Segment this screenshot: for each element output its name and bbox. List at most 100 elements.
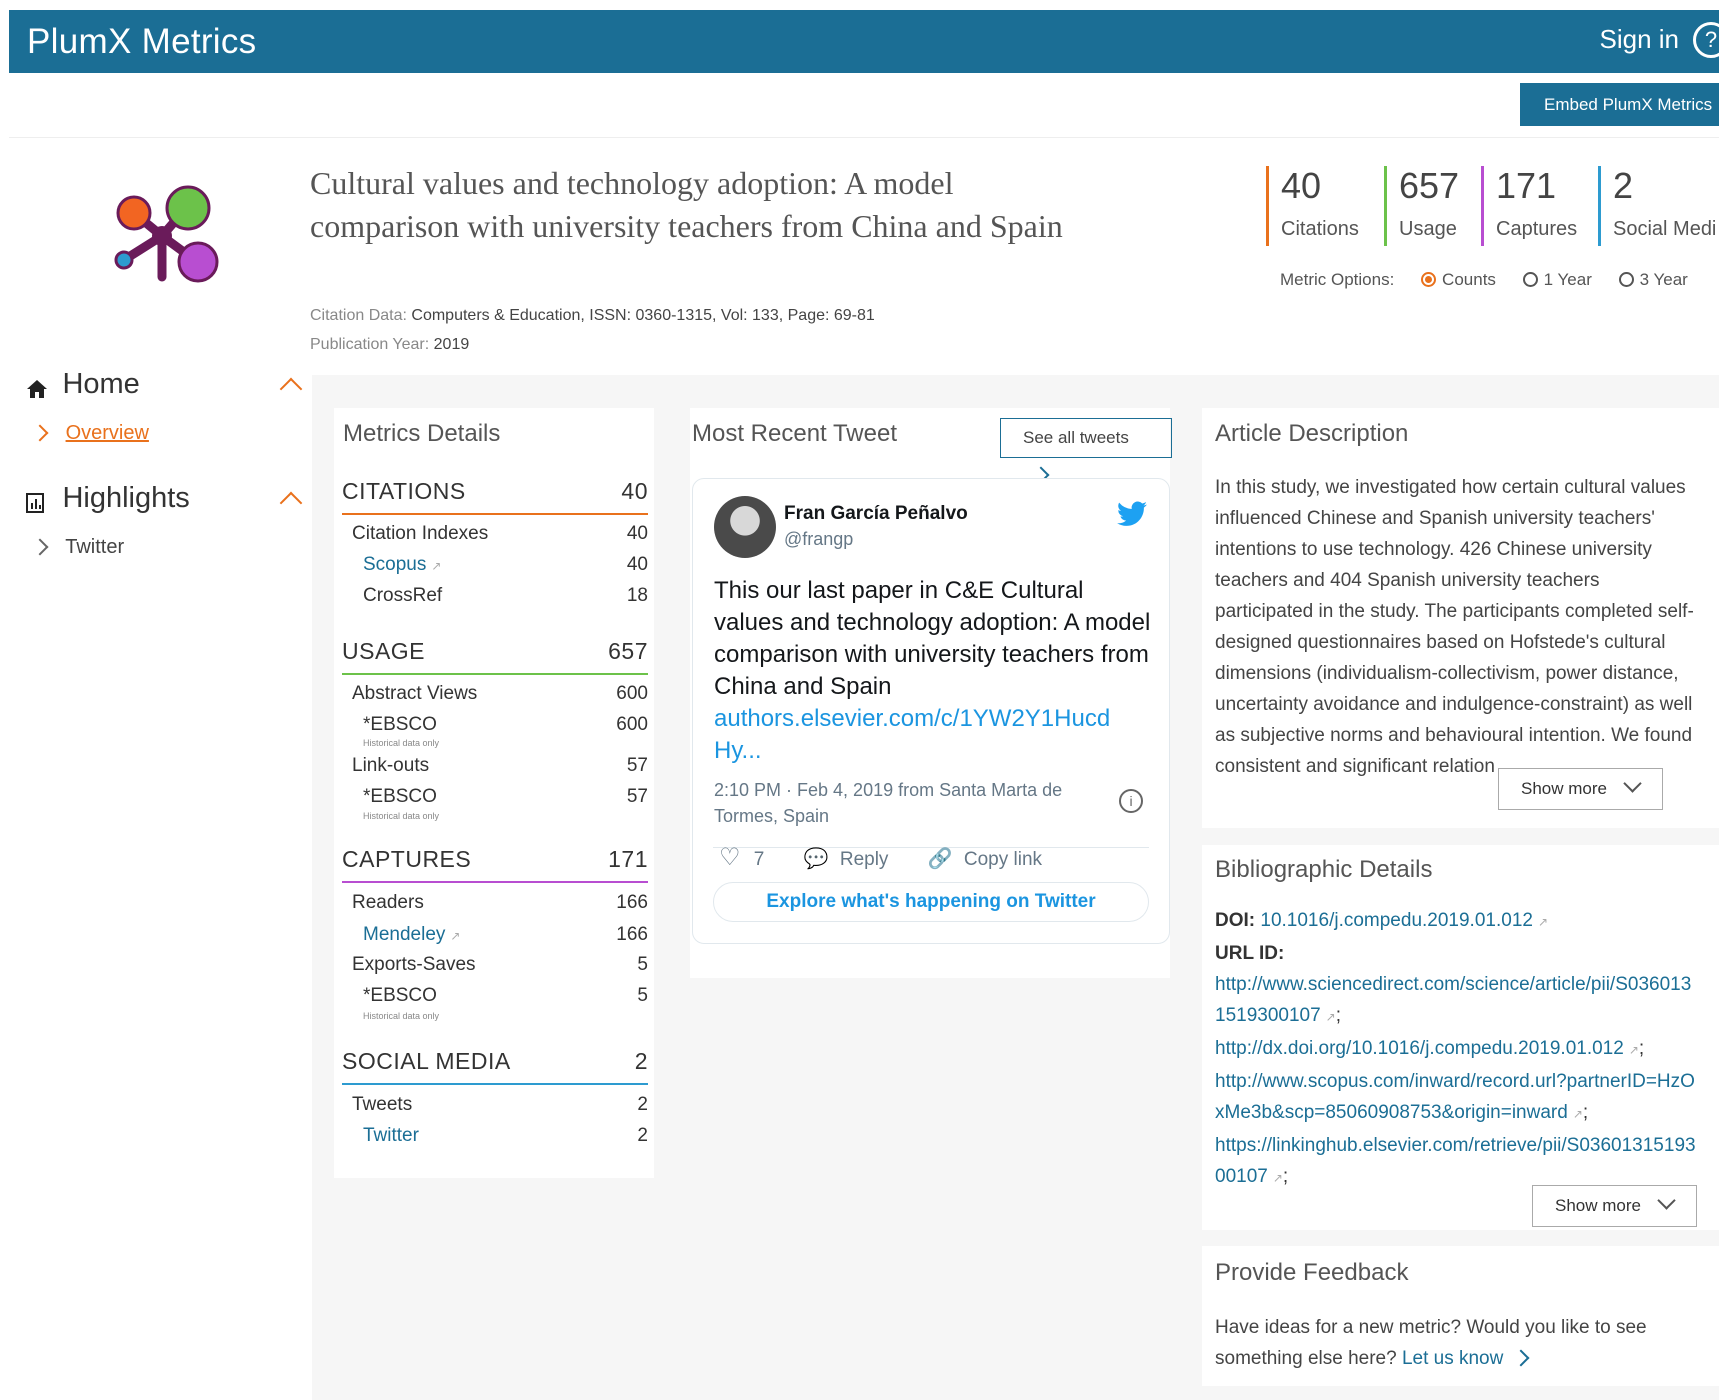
nav-overview-label: Overview — [65, 422, 149, 444]
usage-label: Usage — [1399, 218, 1457, 240]
citations-label: Citations — [1281, 218, 1359, 240]
reply-icon[interactable]: 💬 — [804, 848, 829, 870]
radio-1-year[interactable] — [1522, 271, 1538, 287]
doi-link[interactable]: 10.1016/j.compedu.2019.01.012 — [1260, 910, 1533, 931]
metric-row-source[interactable]: Mendeley ↗ 166 — [352, 924, 648, 946]
collapse-home-icon[interactable] — [279, 377, 303, 401]
avatar[interactable] — [714, 496, 776, 558]
like-count[interactable]: 7 — [754, 849, 765, 870]
collapse-highlights-icon[interactable] — [279, 491, 303, 515]
option-1-year[interactable]: 1 Year — [1544, 270, 1592, 289]
category-usage[interactable]: USAGE 657 — [342, 638, 648, 675]
nav-twitter-label: Twitter — [65, 536, 125, 558]
article-description-title: Article Description — [1215, 420, 1409, 447]
info-icon[interactable]: i — [1119, 789, 1143, 813]
metric-options: Metric Options: Counts 1 Year 3 Year — [1280, 270, 1688, 290]
tweet-text: This our last paper in C&E Cultural valu… — [714, 577, 1151, 764]
category-label: CITATIONS — [342, 478, 466, 504]
social-label: Social Medi — [1613, 218, 1717, 240]
tweet-embed[interactable]: Fran García Peñalvo @frangp This our las… — [692, 478, 1170, 944]
historical-note: Historical data only — [363, 811, 440, 821]
divider — [9, 137, 1719, 138]
category-label: CAPTURES — [342, 846, 472, 872]
sign-in-link[interactable]: Sign in — [1600, 24, 1680, 55]
tweet-link[interactable]: authors.elsevier.com/c/1YW2Y1Hucd Hy... — [714, 705, 1110, 764]
provide-feedback-title: Provide Feedback — [1215, 1259, 1409, 1286]
metric-row: Abstract Views 600 — [352, 683, 648, 704]
citation-data: Citation Data: Computers & Education, IS… — [310, 307, 875, 325]
twitter-bird-icon[interactable] — [1117, 501, 1147, 527]
category-citations[interactable]: CITATIONS 40 — [342, 478, 648, 515]
metrics-details-card: Metrics Details CITATIONS 40 Citation In… — [334, 408, 654, 1178]
captures-label: Captures — [1496, 218, 1578, 240]
link-icon[interactable]: 🔗 — [928, 848, 953, 870]
embed-plumx-button[interactable]: Embed PlumX Metrics — [1520, 83, 1719, 126]
category-social-media[interactable]: SOCIAL MEDIA 2 — [342, 1048, 648, 1085]
metric-options-label: Metric Options: — [1280, 270, 1395, 289]
category-label: SOCIAL MEDIA — [342, 1048, 511, 1074]
metric-row: Exports-Saves 5 — [352, 954, 648, 975]
url-link[interactable]: http://dx.doi.org/10.1016/j.compedu.2019… — [1215, 1038, 1624, 1059]
citations-count: 40 — [1281, 165, 1322, 206]
metric-row: Tweets 2 — [352, 1094, 648, 1115]
citation-label: Citation Data: — [310, 307, 407, 324]
nav-overview[interactable]: Overview — [31, 422, 149, 445]
show-more-label: Show more — [1521, 779, 1607, 798]
help-icon[interactable]: ? — [1693, 22, 1719, 58]
nav-twitter[interactable]: Twitter — [31, 536, 125, 559]
top-bar: PlumX Metrics Sign in ? — [9, 10, 1719, 73]
copy-link-button[interactable]: Copy link — [964, 849, 1042, 870]
bibliographic-details-title: Bibliographic Details — [1215, 856, 1433, 883]
category-bar — [342, 513, 648, 515]
see-all-tweets-button[interactable]: See all tweets — [1000, 418, 1172, 484]
citation-value: Computers & Education, ISSN: 0360-1315, … — [411, 307, 875, 324]
nav-highlights[interactable]: Highlights — [26, 482, 190, 515]
url-link[interactable]: http://www.sciencedirect.com/science/art… — [1215, 974, 1691, 1026]
show-more-biblio-button[interactable]: Show more — [1532, 1185, 1697, 1227]
top-metric-citations[interactable]: 40 Citations — [1266, 166, 1359, 246]
show-more-description-button[interactable]: Show more — [1498, 768, 1663, 810]
top-metric-captures[interactable]: 171 Captures — [1481, 166, 1577, 246]
category-bar — [342, 881, 648, 883]
tweet-timestamp[interactable]: 2:10 PM · Feb 4, 2019 from Santa Marta d… — [714, 777, 1094, 829]
external-link-icon: ↗ — [431, 559, 442, 573]
url-link[interactable]: http://www.scopus.com/inward/record.url?… — [1215, 1071, 1695, 1123]
tweet-handle[interactable]: @frangp — [784, 529, 853, 550]
option-3-year[interactable]: 3 Year — [1640, 270, 1688, 289]
metric-row-source[interactable]: Twitter 2 — [352, 1125, 648, 1147]
historical-note: Historical data only — [363, 738, 440, 748]
feedback-text: Have ideas for a new metric? Would you l… — [1215, 1317, 1647, 1369]
metric-row-source[interactable]: Scopus ↗ 40 — [352, 554, 648, 576]
tweet-actions: ♡ 7 💬 Reply 🔗 Copy link — [719, 843, 1042, 872]
captures-count: 171 — [1496, 165, 1557, 206]
radio-counts[interactable] — [1421, 271, 1437, 287]
heart-icon[interactable]: ♡ — [719, 844, 741, 871]
category-value: 2 — [634, 1048, 648, 1074]
article-description-text: In this study, we investigated how certa… — [1215, 477, 1694, 777]
show-more-label: Show more — [1555, 1196, 1641, 1215]
nav-home[interactable]: Home — [26, 368, 140, 401]
category-bar — [342, 673, 648, 675]
external-link-icon: ↗ — [1537, 915, 1549, 929]
bibliographic-details-card: Bibliographic Details DOI: 10.1016/j.com… — [1202, 845, 1719, 1230]
let-us-know-link[interactable]: Let us know — [1402, 1348, 1503, 1369]
usage-count: 657 — [1399, 165, 1460, 206]
top-metric-usage[interactable]: 657 Usage — [1384, 166, 1459, 246]
category-value: 40 — [621, 478, 648, 504]
plumx-logo-icon — [114, 185, 219, 283]
option-counts[interactable]: Counts — [1442, 270, 1496, 289]
category-value: 657 — [608, 638, 648, 664]
metric-row: CrossRef 18 — [363, 585, 648, 606]
tweet-author[interactable]: Fran García Peñalvo — [784, 503, 968, 525]
brand-logo-text[interactable]: PlumX Metrics — [27, 22, 257, 62]
top-metric-social[interactable]: 2 Social Medi — [1598, 166, 1719, 246]
reply-button[interactable]: Reply — [840, 849, 889, 870]
explore-twitter-button[interactable]: Explore what's happening on Twitter — [713, 882, 1149, 922]
metric-row: Citation Indexes 40 — [352, 523, 648, 544]
metric-row: *EBSCO 5 — [363, 985, 648, 1006]
chevron-down-icon — [1657, 1191, 1676, 1210]
radio-3-year[interactable] — [1618, 271, 1634, 287]
metric-row: *EBSCO 57 — [363, 786, 648, 807]
external-link-icon: ↗ — [450, 929, 461, 943]
category-captures[interactable]: CAPTURES 171 — [342, 846, 648, 883]
